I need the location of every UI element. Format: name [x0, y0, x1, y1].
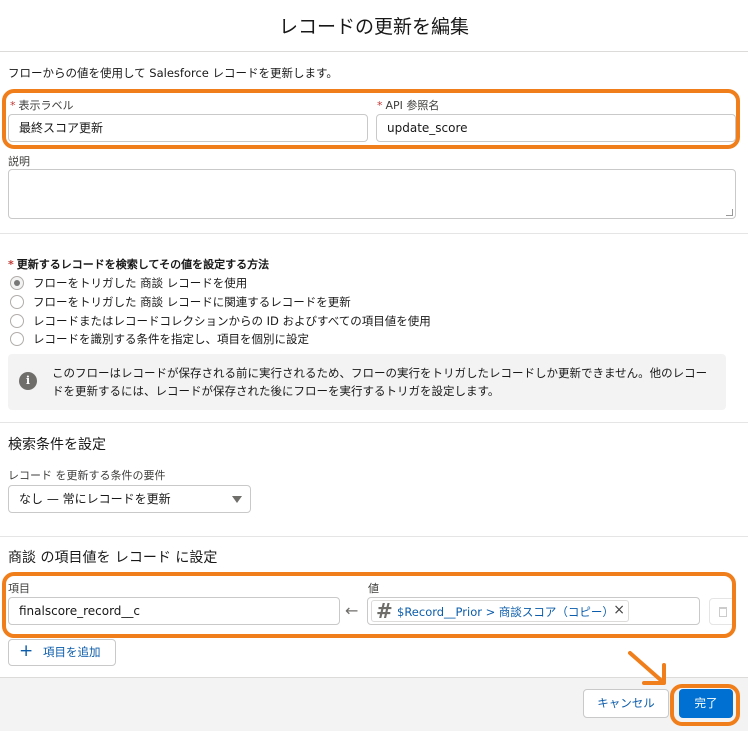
left-arrow-icon: ←	[345, 601, 359, 620]
api-name-field-title: * API 参照名	[377, 99, 440, 112]
requirement-select[interactable]: なし — 常にレコードを更新	[8, 485, 251, 513]
close-icon[interactable]: ×	[613, 602, 625, 618]
requirement-label: レコード を更新する条件の要件	[8, 469, 166, 482]
info-text: このフローはレコードが保存される前に実行されるため、フローの実行をトリガしたレコ…	[52, 366, 708, 398]
number-resource-icon: #	[376, 599, 393, 623]
method-option-3[interactable]: レコードまたはレコードコレクションからの ID およびすべての項目値を使用	[10, 313, 431, 329]
description-field-title: 説明	[8, 155, 30, 168]
field-input[interactable]: finalscore_record__c	[8, 597, 340, 625]
assign-heading: 商談 の項目値を レコード に設定	[8, 550, 218, 566]
method-question: * 更新するレコードを検索してその値を設定する方法	[8, 258, 270, 271]
section-divider	[0, 233, 748, 234]
delete-row-button[interactable]	[709, 598, 736, 625]
label-field-title: * 表示ラベル	[10, 99, 74, 112]
section-divider	[0, 422, 748, 423]
value-pill[interactable]: # $Record__Prior > 商談スコア（コピー） ×	[371, 599, 629, 623]
info-message: i このフローはレコードが保存される前に実行されるため、フローの実行をトリガした…	[8, 354, 726, 410]
api-name-input[interactable]: update_score	[376, 114, 736, 142]
dialog-intro: フローからの値を使用して Salesforce レコードを更新します。	[8, 66, 338, 80]
info-icon: i	[19, 372, 37, 390]
value-column-label: 値	[368, 582, 379, 595]
method-option-1[interactable]: フローをトリガした 商談 レコードを使用	[10, 275, 247, 291]
add-field-button[interactable]: + 項目を追加	[8, 639, 116, 666]
radio-icon[interactable]	[10, 314, 24, 328]
annotation-arrow-icon	[628, 651, 666, 685]
trash-icon	[719, 607, 727, 617]
plus-icon: +	[19, 641, 34, 661]
method-option-2[interactable]: フローをトリガした 商談 レコードに関連するレコードを更新	[10, 294, 351, 310]
cancel-button[interactable]: キャンセル	[583, 689, 669, 718]
description-textarea[interactable]	[8, 169, 736, 219]
radio-icon[interactable]	[10, 332, 24, 346]
radio-checked-icon[interactable]	[10, 276, 24, 290]
dialog-header: レコードの更新を編集	[0, 0, 748, 52]
done-button[interactable]: 完了	[679, 689, 733, 718]
field-column-label: 項目	[8, 582, 30, 595]
section-divider	[0, 536, 748, 537]
value-input[interactable]: # $Record__Prior > 商談スコア（コピー） ×	[367, 597, 700, 625]
method-option-4[interactable]: レコードを識別する条件を指定し、項目を個別に設定	[10, 331, 309, 347]
dialog-title: レコードの更新を編集	[278, 16, 469, 38]
resize-handle-icon[interactable]	[726, 209, 733, 216]
conditions-heading: 検索条件を設定	[8, 437, 106, 453]
label-input[interactable]: 最終スコア更新	[8, 114, 368, 142]
radio-icon[interactable]	[10, 295, 24, 309]
dropdown-arrow-icon	[232, 496, 242, 503]
